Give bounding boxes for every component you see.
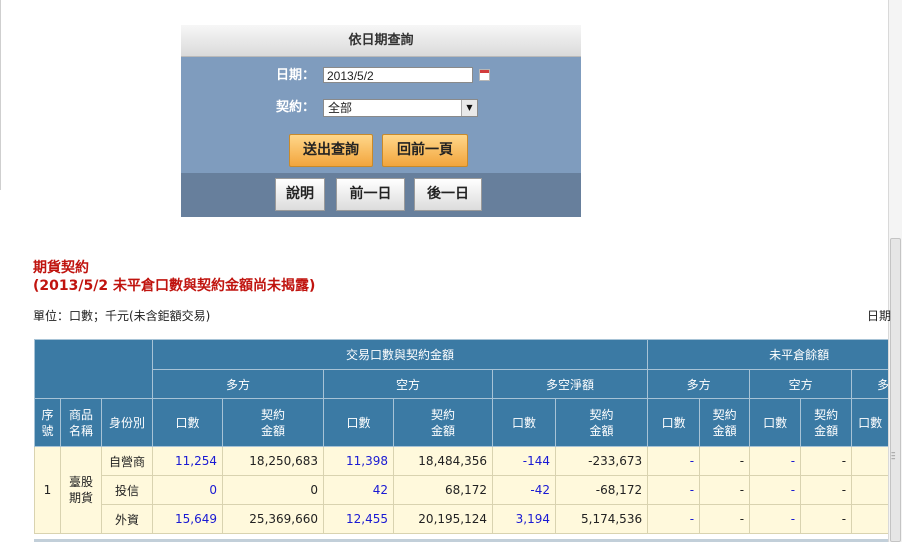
next-day-button[interactable]: 後一日 [414, 178, 482, 211]
previous-day-button[interactable]: 前一日 [336, 178, 405, 211]
scrollbar-grip-icon: – – – [891, 448, 896, 464]
long-amount-cell: 25,369,660 [222, 504, 325, 534]
long-lots-cell: 11,254 [152, 446, 224, 476]
explain-button[interactable]: 說明 [275, 178, 325, 211]
header-trading-group: 交易口數與契約金額 [152, 339, 649, 370]
back-previous-page-button[interactable]: 回前一頁 [382, 134, 468, 167]
identity-cell: 外資 [100, 504, 154, 534]
short-amount-cell: 68,172 [393, 475, 494, 505]
net-amount-cell: 5,174,536 [555, 504, 649, 534]
oi-long-lots-cell: - [647, 504, 701, 534]
section-title-note: (2013/5/2 未平倉口數與契約金額尚未揭露) [33, 278, 316, 294]
net-lots-cell: -42 [492, 475, 557, 505]
submit-query-button[interactable]: 送出查詢 [289, 134, 373, 167]
header-identity: 身份別 [100, 398, 154, 447]
vertical-scrollbar[interactable]: – – – [889, 0, 902, 542]
short-lots-cell: 11,398 [323, 446, 395, 476]
header-short-amount: 契約金額 [393, 398, 494, 447]
header-product: 商品名稱 [60, 398, 102, 447]
date-label: 日期： [275, 68, 315, 83]
left-divider [0, 0, 1, 190]
header-oi-short-lots: 口數 [749, 398, 802, 447]
section-title: 期貨契約 (2013/5/2 未平倉口數與契約金額尚未揭露) [33, 259, 315, 295]
scrollbar-thumb[interactable] [890, 238, 901, 542]
oi-short-lots-cell: - [749, 446, 802, 476]
short-amount-cell: 18,484,356 [393, 446, 494, 476]
unit-note: 單位：口數；千元(未含鉅額交易) [33, 309, 211, 323]
long-lots-cell: 0 [152, 475, 224, 505]
net-amount-cell: -68,172 [555, 475, 649, 505]
long-amount-cell: 18,250,683 [222, 446, 325, 476]
header-oi-short-amount: 契約金額 [800, 398, 853, 447]
oi-third-lots-cell [851, 446, 888, 476]
contract-row: 契約： 全部 ▼ [181, 97, 581, 119]
identity-cell: 自營商 [100, 446, 154, 476]
date-input[interactable]: 2013/5/2 [323, 67, 473, 83]
oi-third-lots-cell [851, 504, 888, 534]
header-oi-third-lots: 口數 [851, 398, 888, 447]
header-net-lots: 口數 [492, 398, 557, 447]
header-seq: 序號 [34, 398, 61, 447]
oi-short-amount-cell: - [800, 504, 853, 534]
header-open-interest-group: 未平倉餘額 [647, 339, 888, 370]
net-lots-cell: 3,194 [492, 504, 557, 534]
oi-long-lots-cell: - [647, 446, 701, 476]
header-net-amount: 契約金額 [555, 398, 649, 447]
oi-short-amount-cell: - [800, 475, 853, 505]
oi-long-amount-cell: - [699, 504, 751, 534]
header-long-lots: 口數 [152, 398, 224, 447]
contract-select[interactable]: 全部 ▼ [323, 99, 478, 117]
contract-select-value: 全部 [328, 101, 353, 115]
header-short: 空方 [323, 369, 494, 399]
header-oi-long: 多方 [647, 369, 751, 399]
oi-long-amount-cell: - [699, 446, 751, 476]
oi-third-lots-cell [851, 475, 888, 505]
futures-table: 交易口數與契約金額 未平倉餘額 多方 空方 多空淨額 多方 空方 多 序號 商品… [34, 339, 888, 534]
seq-cell: 1 [34, 446, 61, 534]
oi-short-lots-cell: - [749, 475, 802, 505]
table-row: 外資 15,649 25,369,660 12,455 20,195,124 3… [35, 504, 888, 534]
header-oi-third: 多 [851, 369, 888, 399]
product-cell: 臺股期貨 [60, 446, 102, 534]
long-lots-cell: 15,649 [152, 504, 224, 534]
oi-short-lots-cell: - [749, 504, 802, 534]
header-long-amount: 契約金額 [222, 398, 325, 447]
identity-cell: 投信 [100, 475, 154, 505]
net-lots-cell: -144 [492, 446, 557, 476]
dropdown-arrow-icon[interactable]: ▼ [461, 100, 477, 116]
date-caption: 日期 [867, 309, 892, 323]
calendar-icon[interactable] [479, 69, 490, 81]
short-lots-cell: 12,455 [323, 504, 395, 534]
date-query-panel: 依日期查詢 日期： 2013/5/2 契約： 全部 ▼ 送出查詢 回前一頁 說明… [181, 25, 581, 217]
header-oi-short: 空方 [749, 369, 853, 399]
header-oi-long-lots: 口數 [647, 398, 701, 447]
header-oi-long-amount: 契約金額 [699, 398, 751, 447]
query-panel-title: 依日期查詢 [181, 25, 581, 57]
long-amount-cell: 0 [222, 475, 325, 505]
header-net: 多空淨額 [492, 369, 649, 399]
query-panel-footer: 說明 前一日 後一日 [181, 173, 581, 217]
oi-short-amount-cell: - [800, 446, 853, 476]
short-amount-cell: 20,195,124 [393, 504, 494, 534]
header-long: 多方 [152, 369, 325, 399]
oi-long-amount-cell: - [699, 475, 751, 505]
short-lots-cell: 42 [323, 475, 395, 505]
table-row: 1 臺股期貨 自營商 11,254 18,250,683 11,398 18,4… [34, 446, 888, 534]
contract-label: 契約： [275, 100, 315, 115]
header-short-lots: 口數 [323, 398, 395, 447]
futures-table-container: 交易口數與契約金額 未平倉餘額 多方 空方 多空淨額 多方 空方 多 序號 商品… [34, 339, 888, 542]
date-row: 日期： 2013/5/2 [181, 65, 581, 87]
oi-long-lots-cell: - [647, 475, 701, 505]
net-amount-cell: -233,673 [555, 446, 649, 476]
table-row: 投信 0 0 42 68,172 -42 -68,172 - - - - [35, 475, 888, 505]
section-title-main: 期貨契約 [33, 260, 89, 276]
header-blank [34, 339, 154, 399]
